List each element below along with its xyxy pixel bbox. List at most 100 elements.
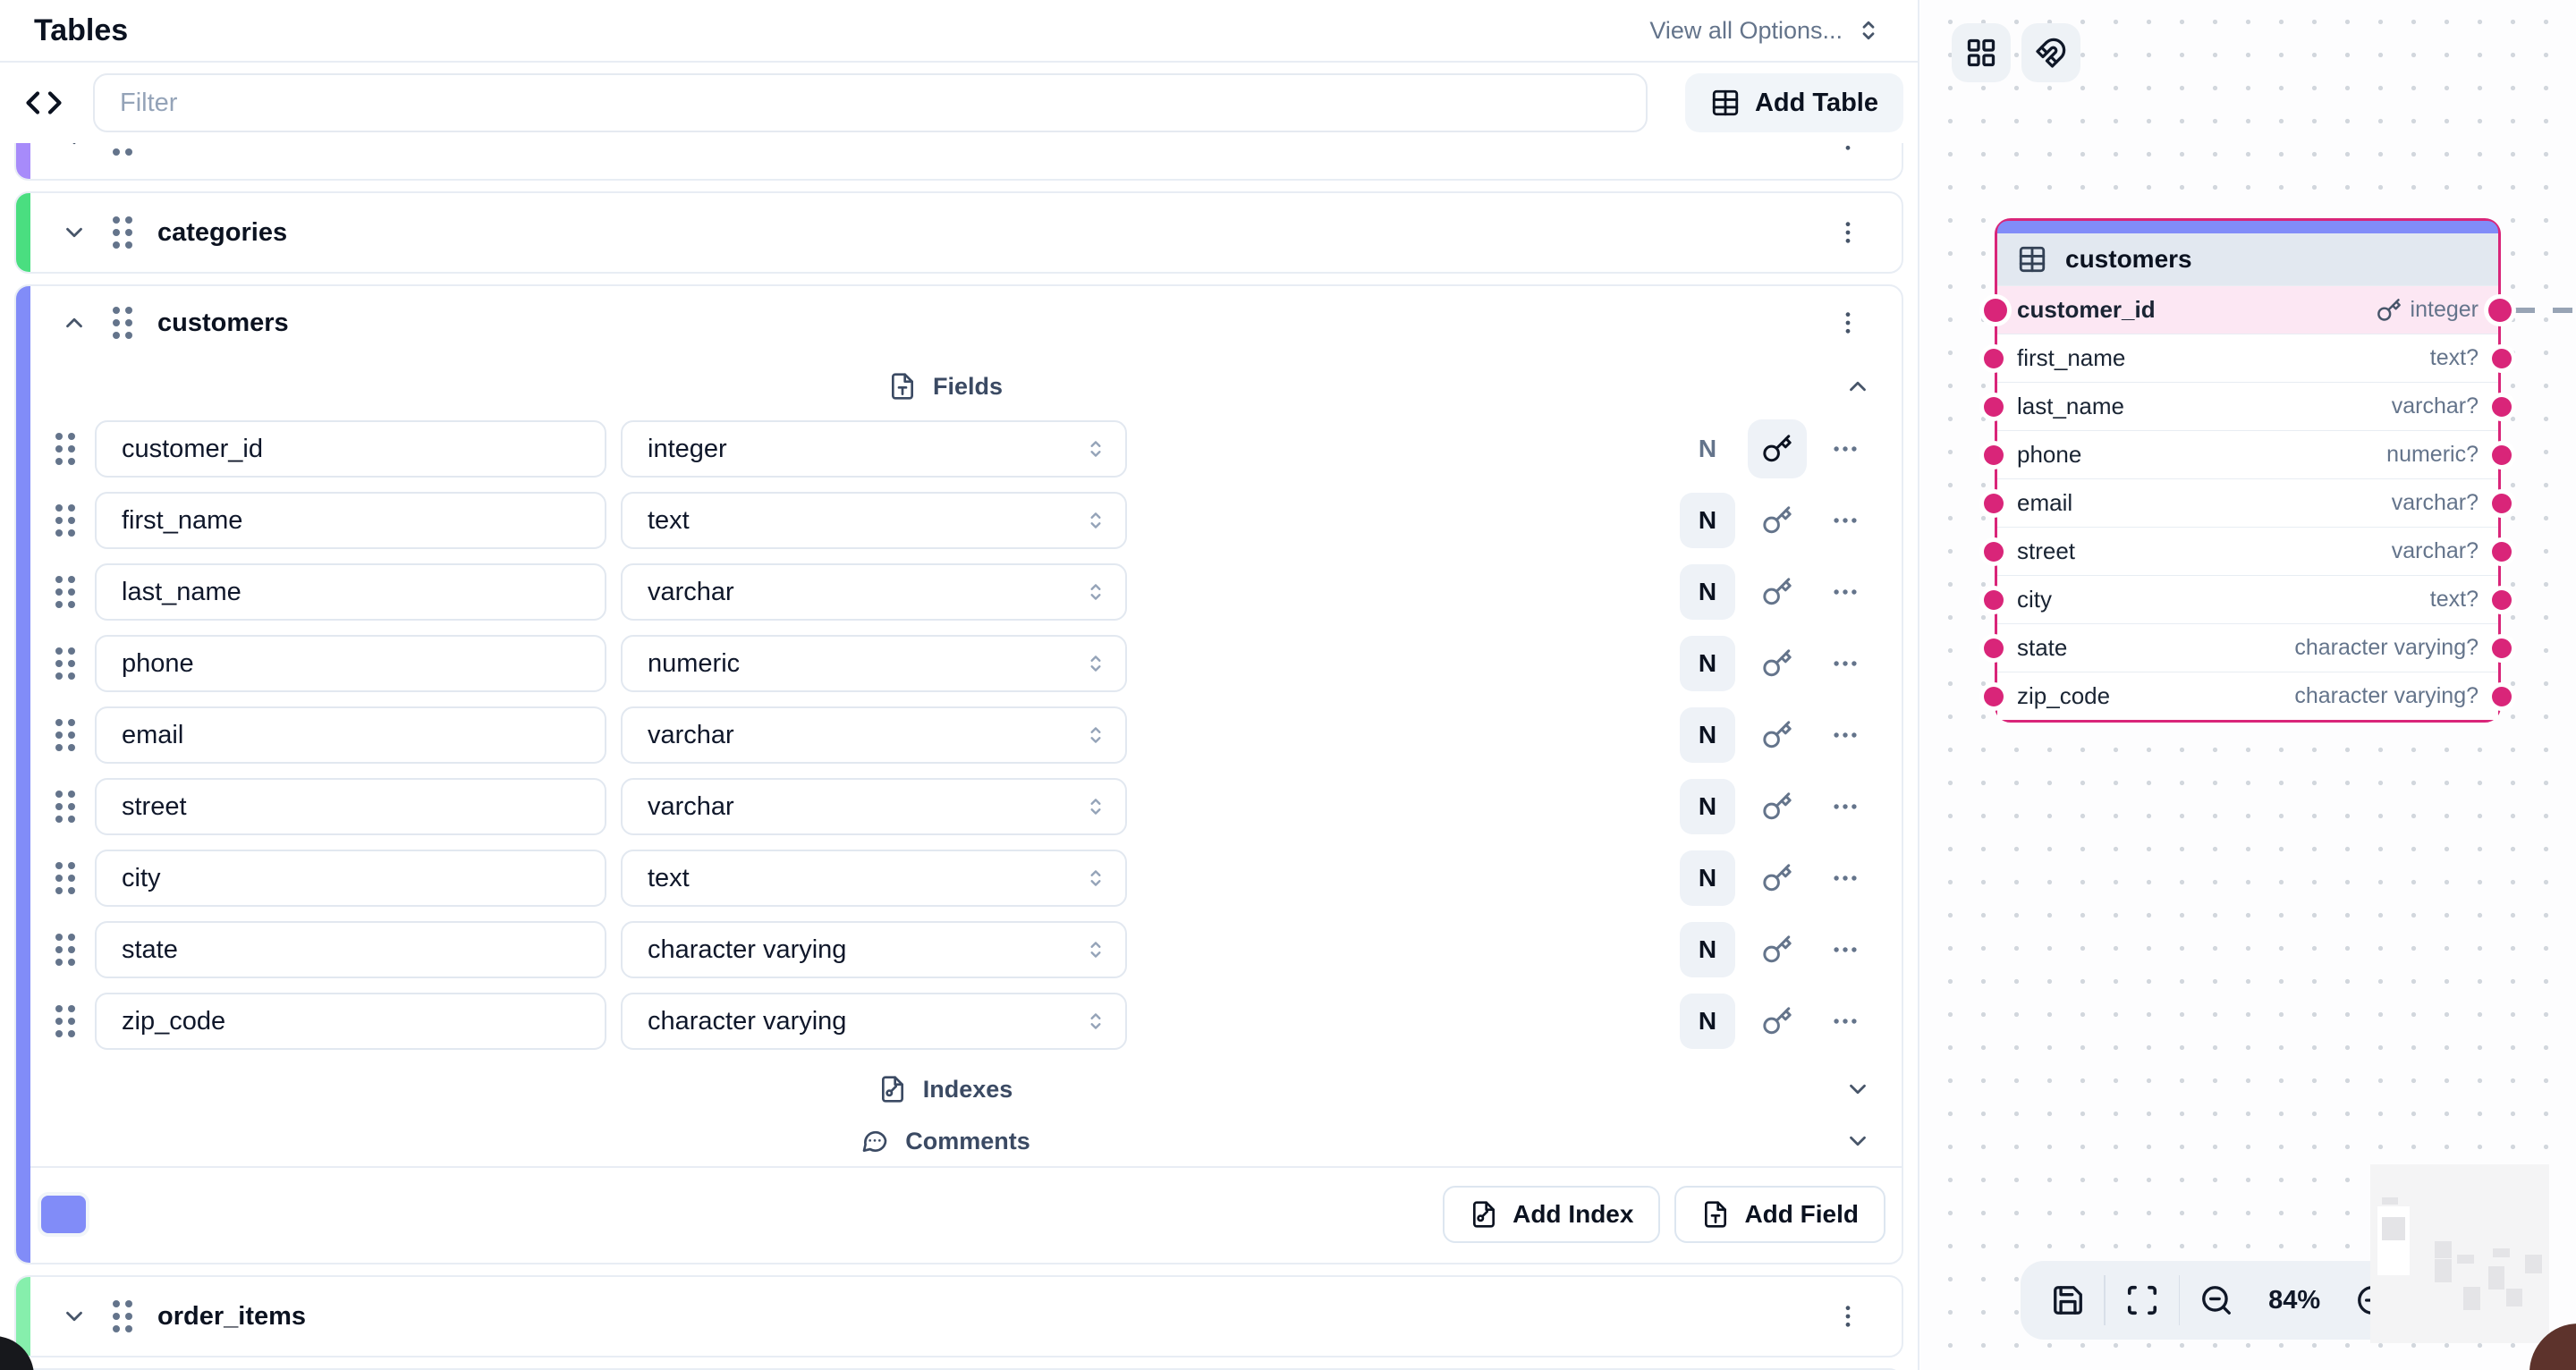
connection-handle-left[interactable] (1984, 590, 2004, 610)
connection-handle-right[interactable] (2492, 687, 2512, 706)
table-row-customers[interactable]: customers (16, 286, 1902, 359)
connection-handle-right[interactable] (2492, 397, 2512, 417)
field-options-button[interactable] (1819, 995, 1871, 1047)
drag-handle-icon[interactable] (55, 934, 75, 966)
connection-handle-right[interactable] (2488, 299, 2512, 322)
nullable-toggle[interactable]: N (1680, 779, 1735, 834)
drag-handle-icon[interactable] (55, 862, 75, 894)
drag-handle-icon[interactable] (113, 307, 132, 339)
primary-key-toggle[interactable] (1748, 491, 1807, 550)
chevron-up-icon[interactable] (61, 309, 88, 336)
diagram-field-row[interactable]: zip_codecharacter varying? (1997, 672, 2498, 720)
field-options-button[interactable] (1819, 495, 1871, 546)
field-type-select[interactable]: text (621, 850, 1127, 907)
connection-handle-left[interactable] (1984, 494, 2004, 513)
table-menu-button[interactable] (1825, 209, 1871, 256)
field-name-input[interactable]: customer_id (95, 420, 606, 478)
chevron-up-icon[interactable] (1844, 373, 1871, 400)
diagram-table-header[interactable]: customers (1997, 233, 2498, 285)
primary-key-toggle[interactable] (1748, 562, 1807, 622)
field-type-select[interactable]: integer (621, 420, 1127, 478)
connection-handle-left[interactable] (1984, 349, 2004, 368)
drag-handle-icon[interactable] (113, 143, 132, 156)
diagram-field-row[interactable]: phonenumeric? (1997, 430, 2498, 478)
drag-handle-icon[interactable] (55, 504, 75, 537)
drag-handle-icon[interactable] (113, 216, 132, 249)
diagram-canvas[interactable]: customers customer_idintegerfirst_namete… (1921, 0, 2576, 1370)
chevron-down-icon[interactable] (1844, 1076, 1871, 1103)
table-color-swatch[interactable] (38, 1192, 89, 1237)
field-name-input[interactable]: city (95, 850, 606, 907)
zoom-out-button[interactable] (2187, 1268, 2245, 1332)
table-menu-button[interactable] (1825, 1293, 1871, 1340)
connection-handle-left[interactable] (1984, 397, 2004, 417)
primary-key-toggle[interactable] (1748, 920, 1807, 979)
connection-handle-left[interactable] (1984, 687, 2004, 706)
connection-handle-right[interactable] (2492, 638, 2512, 658)
field-type-select[interactable]: text (621, 492, 1127, 549)
save-button[interactable] (2038, 1268, 2097, 1332)
table-card-partial[interactable] (14, 143, 1903, 181)
drag-handle-icon[interactable] (55, 576, 75, 608)
fields-section-header[interactable]: Fields (16, 359, 1902, 413)
field-type-select[interactable]: varchar (621, 778, 1127, 835)
chevron-down-icon[interactable] (1844, 1128, 1871, 1154)
field-options-button[interactable] (1819, 709, 1871, 761)
drag-handle-icon[interactable] (55, 1005, 75, 1037)
nullable-toggle[interactable]: N (1680, 707, 1735, 763)
fit-view-button[interactable] (2113, 1268, 2171, 1332)
nullable-toggle[interactable]: N (1680, 493, 1735, 548)
filter-input[interactable] (93, 73, 1648, 132)
chevron-down-icon[interactable] (61, 1303, 88, 1330)
connection-handle-left[interactable] (1984, 445, 2004, 465)
connection-handle-right[interactable] (2492, 542, 2512, 562)
primary-key-toggle[interactable] (1748, 777, 1807, 836)
field-type-select[interactable]: character varying (621, 921, 1127, 978)
connection-handle-left[interactable] (1984, 638, 2004, 658)
relationship-edge[interactable] (2515, 308, 2576, 313)
diagram-field-row[interactable]: statecharacter varying? (1997, 623, 2498, 672)
diagram-field-row[interactable]: first_nametext? (1997, 334, 2498, 382)
nullable-toggle[interactable]: N (1680, 850, 1735, 906)
nullable-toggle[interactable]: N (1680, 564, 1735, 620)
diagram-field-row[interactable]: citytext? (1997, 575, 2498, 623)
minimap[interactable] (2370, 1164, 2549, 1343)
zoom-level-label[interactable]: 84% (2246, 1286, 2343, 1315)
field-name-input[interactable]: state (95, 921, 606, 978)
primary-key-toggle[interactable] (1748, 849, 1807, 908)
connection-handle-right[interactable] (2492, 445, 2512, 465)
nullable-toggle[interactable]: N (1680, 636, 1735, 691)
field-options-button[interactable] (1819, 781, 1871, 833)
field-options-button[interactable] (1819, 852, 1871, 904)
field-name-input[interactable]: last_name (95, 563, 606, 621)
table-menu-button[interactable] (1825, 143, 1871, 163)
field-name-input[interactable]: email (95, 706, 606, 764)
code-view-button[interactable] (14, 73, 73, 132)
diagram-field-row[interactable]: emailvarchar? (1997, 478, 2498, 527)
indexes-section-header[interactable]: Indexes (16, 1062, 1902, 1116)
drag-handle-icon[interactable] (55, 791, 75, 823)
field-name-input[interactable]: first_name (95, 492, 606, 549)
connection-handle-left[interactable] (1984, 542, 2004, 562)
nullable-toggle[interactable]: N (1680, 421, 1735, 477)
field-options-button[interactable] (1819, 423, 1871, 475)
table-card-order-items[interactable]: order_items (14, 1275, 1903, 1357)
chevron-down-icon[interactable] (61, 219, 88, 246)
add-index-button[interactable]: Add Index (1443, 1186, 1660, 1243)
drag-handle-icon[interactable] (55, 647, 75, 680)
primary-key-toggle[interactable] (1748, 419, 1807, 478)
add-field-button[interactable]: Add Field (1674, 1186, 1885, 1243)
primary-key-toggle[interactable] (1748, 634, 1807, 693)
field-options-button[interactable] (1819, 924, 1871, 976)
field-name-input[interactable]: zip_code (95, 993, 606, 1050)
field-type-select[interactable]: numeric (621, 635, 1127, 692)
nullable-toggle[interactable]: N (1680, 922, 1735, 977)
drag-handle-icon[interactable] (55, 719, 75, 751)
view-all-options-select[interactable]: View all Options... (1649, 17, 1882, 45)
nullable-toggle[interactable]: N (1680, 994, 1735, 1049)
table-menu-button[interactable] (1825, 300, 1871, 346)
diagram-field-row[interactable]: streetvarchar? (1997, 527, 2498, 575)
diagram-table-customers[interactable]: customers customer_idintegerfirst_namete… (1995, 218, 2501, 723)
layout-grid-button[interactable] (1952, 23, 2011, 82)
drag-handle-icon[interactable] (113, 1300, 132, 1332)
